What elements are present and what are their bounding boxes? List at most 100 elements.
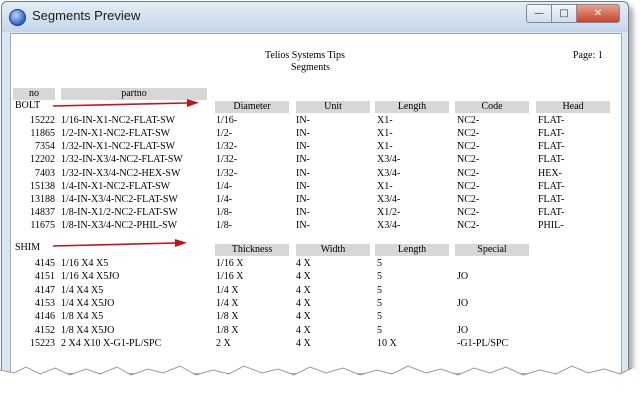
row-partno: 1/2-IN-X1-NC2-FLAT-SW xyxy=(61,128,171,140)
row-cell: 5 xyxy=(377,324,382,336)
row-cell: FLAT- xyxy=(538,154,565,166)
bolt-col-header: Unit xyxy=(296,101,370,113)
row-cell: 5 xyxy=(377,311,382,323)
row-cell: 1/4 X xyxy=(216,297,239,309)
torn-edge-shadow xyxy=(0,365,640,398)
shim-col-header: Width xyxy=(296,244,370,256)
row-cell: X3/4- xyxy=(377,220,401,232)
row-no: 7354 xyxy=(35,141,55,153)
bolt-arrow-icon xyxy=(52,99,199,107)
row-cell: FLAT- xyxy=(538,128,565,140)
row-cell: 10 X xyxy=(377,337,397,349)
row-cell: NC2- xyxy=(457,193,480,205)
row-cell: NC2- xyxy=(457,220,480,232)
row-partno: 1/8 X4 X5 xyxy=(61,311,104,323)
row-partno: 1/8-IN-X3/4-NC2-PHIL-SW xyxy=(61,220,178,232)
row-no: 4145 xyxy=(35,258,55,269)
row-no: 4151 xyxy=(35,271,55,283)
row-cell: 4 X xyxy=(296,337,311,349)
row-cell: NC2- xyxy=(457,115,480,126)
row-cell: JO xyxy=(457,324,469,336)
row-no: 4147 xyxy=(35,284,55,296)
row-cell: 1/32- xyxy=(216,141,238,153)
row-cell: 1/4- xyxy=(216,193,233,205)
row-cell: IN- xyxy=(296,207,310,219)
row-partno: 1/4 X4 X5JO xyxy=(61,297,115,309)
row-partno: 1/16 X4 X5 xyxy=(61,258,109,269)
row-cell: 1/8 X xyxy=(216,324,239,336)
shim-col-header: Length xyxy=(375,244,449,256)
row-cell: 1/32- xyxy=(216,167,238,179)
report-subtitle: Segments xyxy=(291,62,330,73)
row-cell: 1/2- xyxy=(216,128,233,140)
row-partno: 1/8-IN-X1/2-NC2-FLAT-SW xyxy=(61,207,178,219)
row-partno: 1/32-IN-X3/4-NC2-HEX-SW xyxy=(61,167,181,179)
row-no: 7403 xyxy=(35,167,55,179)
row-cell: IN- xyxy=(296,167,310,179)
row-cell: JO xyxy=(457,297,469,309)
segment-label-shim: SHIM xyxy=(15,242,41,253)
row-cell: IN- xyxy=(296,141,310,153)
row-no: 12202 xyxy=(30,154,55,166)
row-partno: 1/4-IN-X1-NC2-FLAT-SW xyxy=(61,180,171,192)
row-cell: IN- xyxy=(296,193,310,205)
row-cell: 5 xyxy=(377,284,382,296)
row-partno: 1/16 X4 X5JO xyxy=(61,271,120,283)
row-cell: NC2- xyxy=(457,180,480,192)
row-cell: 4 X xyxy=(296,324,311,336)
row-cell: 1/4- xyxy=(216,180,233,192)
row-partno: 1/4 X4 X5 xyxy=(61,284,104,296)
row-cell: X1- xyxy=(377,115,393,126)
row-cell: 4 X xyxy=(296,284,311,296)
row-cell: 5 xyxy=(377,258,382,269)
title-bar[interactable]: Segments Preview — □ ✕ xyxy=(2,2,628,32)
row-cell: 4 X xyxy=(296,297,311,309)
maximize-button[interactable]: □ xyxy=(551,4,576,23)
bolt-col-header: Diameter xyxy=(215,101,289,113)
shim-arrow-icon xyxy=(52,239,187,247)
row-cell: 2 X xyxy=(216,337,231,349)
row-partno: 1/16-IN-X1-NC2-FLAT-SW xyxy=(61,115,176,126)
row-cell: 1/16 X xyxy=(216,271,244,283)
row-cell: X1/2- xyxy=(377,207,401,219)
row-cell: -G1-PL/SPC xyxy=(457,337,509,349)
row-partno: 1/8 X4 X5JO xyxy=(61,324,115,336)
row-no: 15222 xyxy=(30,115,55,126)
row-cell: NC2- xyxy=(457,167,480,179)
close-button[interactable]: ✕ xyxy=(576,4,620,23)
shim-col-header: Thickness xyxy=(215,244,289,256)
row-cell: IN- xyxy=(296,115,310,126)
bolt-col-header: Code xyxy=(455,101,529,113)
row-cell: NC2- xyxy=(457,207,480,219)
row-cell: 5 xyxy=(377,271,382,283)
minimize-button[interactable]: — xyxy=(526,4,551,23)
report-company: Telios Systems Tips xyxy=(265,50,345,61)
row-no: 4153 xyxy=(35,297,55,309)
row-cell: 4 X xyxy=(296,311,311,323)
segment-label-bolt: BOLT xyxy=(15,100,41,111)
row-cell: 1/4 X xyxy=(216,284,239,296)
row-cell: IN- xyxy=(296,154,310,166)
row-no: 11675 xyxy=(30,220,55,232)
row-cell: HEX- xyxy=(538,167,562,179)
row-partno: 2 X4 X10 X-G1-PL/SPC xyxy=(61,337,162,349)
row-partno: 1/32-IN-X3/4-NC2-FLAT-SW xyxy=(61,154,183,166)
row-cell: IN- xyxy=(296,180,310,192)
row-cell: IN- xyxy=(296,128,310,140)
row-cell: 1/8 X xyxy=(216,311,239,323)
row-cell: 4 X xyxy=(296,258,311,269)
shim-col-header: Special xyxy=(455,244,529,256)
row-no: 14837 xyxy=(30,207,55,219)
row-cell: 1/32- xyxy=(216,154,238,166)
row-no: 11865 xyxy=(30,128,55,140)
row-no: 15138 xyxy=(30,180,55,192)
row-cell: FLAT- xyxy=(538,180,565,192)
row-cell: 5 xyxy=(377,297,382,309)
row-cell: 1/8- xyxy=(216,220,233,232)
row-cell: FLAT- xyxy=(538,193,565,205)
row-no: 15223 xyxy=(30,337,55,349)
report-viewport[interactable]: Telios Systems Tips Segments Page: 1 no … xyxy=(10,33,622,373)
row-cell: FLAT- xyxy=(538,141,565,153)
row-partno: 1/4-IN-X3/4-NC2-FLAT-SW xyxy=(61,193,178,205)
row-cell: X3/4- xyxy=(377,154,401,166)
